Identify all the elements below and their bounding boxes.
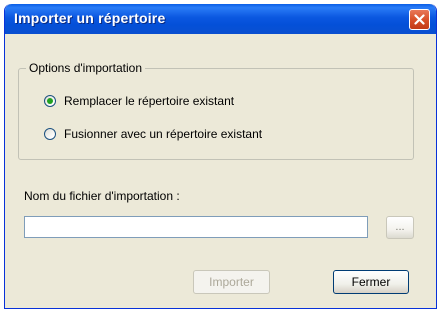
import-file-input[interactable] (24, 216, 368, 238)
radio-merge-label[interactable]: Fusionner avec un répertoire existant (64, 127, 262, 141)
radio-replace-label[interactable]: Remplacer le répertoire existant (64, 94, 234, 108)
radio-merge-directory[interactable]: Fusionner avec un répertoire existant (44, 127, 262, 141)
import-file-label: Nom du fichier d'importation : (24, 189, 180, 203)
radio-replace-directory[interactable]: Remplacer le répertoire existant (44, 94, 234, 108)
import-options-group (18, 68, 414, 160)
window-title: Importer un répertoire (14, 10, 166, 26)
radio-button-unchecked[interactable] (44, 128, 56, 140)
close-button[interactable]: Fermer (333, 270, 409, 294)
close-window-button[interactable] (409, 9, 430, 30)
import-button[interactable]: Importer (193, 270, 270, 294)
close-icon (414, 14, 425, 25)
browse-button[interactable]: ... (386, 216, 414, 239)
title-bar[interactable]: Importer un répertoire (5, 4, 436, 34)
import-options-legend: Options d'importation (26, 61, 146, 75)
radio-button-checked[interactable] (44, 95, 56, 107)
